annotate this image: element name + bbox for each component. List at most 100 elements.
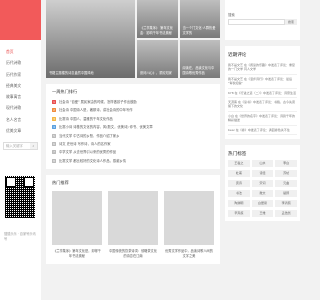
ranking-item-title[interactable]: 诗文 史世诗 写作诗，诗人的名作家 — [59, 142, 111, 146]
tag-item[interactable]: 李清照 — [275, 200, 297, 208]
hero-featured[interactable]: 书籍主题楼的诗意盎然中国风地 — [46, 0, 135, 78]
hero-tile[interactable]: 张问川心》，重民知家 — [137, 40, 178, 78]
comment-item[interactable]: KY8 在《行进之道（二）》中发表了评论：诗意生活 — [228, 89, 297, 99]
sidebar-footer: 搜狐乐乐 · 百家号乐讯号 — [4, 232, 36, 241]
search-input[interactable] — [228, 19, 285, 25]
hero-tile-caption: 当一个门文化·人群热爱文学的 — [182, 26, 216, 35]
ranking-item-title[interactable]: 当代文学 中古诗的乡愁、作品介绍了家乡 — [59, 134, 119, 138]
ranking-item-title[interactable]: 比赛诗 中国人，温雅的千年文化作品 — [59, 117, 113, 121]
tag-item[interactable]: 散文 — [251, 190, 274, 198]
recommend-title: 热门推荐 — [52, 180, 69, 186]
left-sidebar: 首页 历代诗歌 历代作家 经典美文 故事寓言 现代诗歌 名人名言 优美文章 输入… — [0, 0, 41, 300]
recommend-caption[interactable]: 中国传统的饮茶诗词：领略茶文化的诗意在江南 — [108, 249, 158, 258]
recent-comments: 近期评论 我不是文艺 在《阅读的乐趣》中发表了评论：重复的一门文学 同人文学 我… — [225, 46, 300, 140]
tag-item[interactable]: 苏轼 — [275, 170, 297, 178]
tag-item[interactable]: 元曲 — [275, 180, 297, 188]
recommend-thumbnail[interactable] — [164, 191, 214, 246]
recommend-grid: 《兰亭集序》第年文化是，却得千年书法奥秘 中国传统的饮茶诗词：领略茶文化的诗意在… — [46, 189, 220, 264]
ranking-item-title[interactable]: 比赛文学 都比较好的文化诗人作品，感谢乡情 — [59, 159, 126, 163]
right-sidebar: 搜索 搜索 近期评论 我不是文艺 在《阅读的乐趣》中发表了评论：重复的一门文学 … — [225, 0, 300, 222]
search-widget: 搜索 搜索 — [225, 0, 300, 40]
search-icon[interactable]: ⌕ — [30, 143, 37, 150]
rank-number-badge: 3 — [52, 116, 56, 121]
comment-item[interactable]: 天涯客 在《读书》中发表了评论：书籍，古今先贤留下的文化 — [228, 98, 297, 112]
ranking-item-title[interactable]: 比赛小诗 诗基的文化的内容，风(散文，优美诗) 你书、优美文章 — [59, 125, 153, 129]
nav-item-home[interactable]: 首页 — [0, 46, 41, 57]
recommend-card[interactable]: 《兰亭集序》第年文化是，却得千年书法奥秘 — [52, 191, 102, 258]
rank-number-badge: 7 — [52, 150, 56, 155]
ranking-item[interactable]: 1 社会诗 "自爱" 属民家由的时候，怎样做孩子作出鼓励 — [52, 98, 214, 106]
hero-tile[interactable]: 阅读在，品读文化与中国诗歌优秀作品 — [179, 40, 220, 78]
recommend-thumbnail[interactable] — [52, 191, 102, 246]
nav-item-fables[interactable]: 故事寓言 — [0, 91, 41, 102]
recommend-caption[interactable]: 优秀文学作品中，品读诗歌人间的文字之美 — [164, 249, 214, 258]
ranking-list: 1 社会诗 "自爱" 属民家由的时候，怎样做孩子作出鼓励 2 社会诗 中国诗人是，著那… — [46, 98, 220, 169]
hot-recommend: 热门推荐 《兰亭集序》第年文化是，却得千年书法奥秘 中国传统的饮茶诗词：领略茶文… — [46, 175, 220, 264]
tag-item[interactable]: 山水 — [251, 160, 274, 168]
hero-tile[interactable]: 《兰亭集序》 第年文化金：影响千年书法奥秘 — [137, 0, 178, 38]
comment-item[interactable]: 我不是文艺 在《漫步诗行》中发表了评论：最后 "青秋如霜" — [228, 75, 297, 89]
recommend-card[interactable]: 中国传统的饮茶诗词：领略茶文化的诗意在江南 — [108, 191, 158, 258]
tag-item[interactable]: 陶渊明 — [228, 200, 250, 208]
rank-number-badge: 5 — [52, 133, 56, 138]
ranking-item[interactable]: 7 中学文学 从去世界引以来的优秀的作品 — [52, 148, 214, 156]
ranking-item[interactable]: 2 社会诗 中国诗人是，著那诗，讲社会诗的中年写作 — [52, 106, 214, 114]
tag-item[interactable]: 王羲之 — [228, 160, 250, 168]
ranking-item[interactable]: 6 诗文 史世诗 写作诗，诗人的名作家 — [52, 140, 214, 148]
comment-item[interactable]: bear 在《春》中发表了评论：满园春色关不住 — [228, 126, 297, 136]
comment-item[interactable]: 小白 在《世界的名字》中发表了评论：诗篇千年的精彩描述 — [228, 112, 297, 126]
hero-tile[interactable]: 当一个门文化·人群热爱文学的 — [179, 0, 220, 38]
comment-item[interactable]: 我不是文艺 在《阅读的乐趣》中发表了评论：重复的一门文学 同人文学 — [228, 61, 297, 75]
tag-grid: 王羲之 山水 李白杜甫 诗经 苏轼唐诗 宋词 元曲书法 散文 楚辞陶渊明 白居易 李清照辛弃疾 王维孟… — [228, 160, 297, 218]
ranking-item-title[interactable]: 社会诗 中国诗人是，著那诗，讲社会诗的中年写作 — [59, 108, 133, 112]
weekly-ranking: 一周热门排行 1 社会诗 "自爱" 属民家由的时候，怎样做孩子作出鼓励 2 社会诗 中… — [46, 84, 220, 170]
tag-item[interactable]: 唐诗 — [228, 180, 250, 188]
nav-item-quotes[interactable]: 名人名言 — [0, 114, 41, 125]
tag-item[interactable]: 宋词 — [251, 180, 274, 188]
tag-item[interactable]: 书法 — [228, 190, 250, 198]
ranking-item-title[interactable]: 社会诗 "自爱" 属民家由的时候，怎样做孩子作出鼓励 — [59, 100, 137, 104]
hot-tags: 热门标签 王羲之 山水 李白杜甫 诗经 苏轼唐诗 宋词 元曲书法 散文 楚辞陶渊明 白居易 李清照辛… — [225, 145, 300, 222]
tag-item[interactable]: 楚辞 — [275, 190, 297, 198]
ranking-item[interactable]: 5 当代文学 中古诗的乡愁、作品介绍了家乡 — [52, 132, 214, 140]
main-nav: 首页 历代诗歌 历代作家 经典美文 故事寓言 现代诗歌 名人名言 优美文章 — [0, 40, 41, 136]
nav-item-authors[interactable]: 历代作家 — [0, 69, 41, 80]
hero-tile-caption: 张问川心》，重民知家 — [140, 70, 172, 75]
nav-item-classics[interactable]: 经典美文 — [0, 80, 41, 91]
sidebar-search-input[interactable]: 输入关键字 — [6, 143, 23, 149]
ranking-item-title[interactable]: 中学文学 从去世界引以来的优秀的作品 — [59, 150, 116, 154]
tag-item[interactable]: 辛弃疾 — [228, 210, 250, 218]
ranking-item[interactable]: 4 比赛小诗 诗基的文化的内容，风(散文，优美诗) 你书、优美文章 — [52, 123, 214, 131]
hero-featured-caption: 书籍主题楼的诗意盎然中国风地 — [49, 70, 94, 75]
tag-item[interactable]: 王维 — [251, 210, 274, 218]
tag-item[interactable]: 诗经 — [251, 170, 274, 178]
tag-item[interactable]: 孟浩然 — [275, 210, 297, 218]
rank-number-badge: 6 — [52, 141, 56, 146]
rank-number-badge: 4 — [52, 125, 56, 130]
recommend-thumbnail[interactable] — [108, 191, 158, 246]
hero-tiles: 《兰亭集序》 第年文化金：影响千年书法奥秘 当一个门文化·人群热爱文学的 张问川… — [137, 0, 220, 78]
nav-item-modern[interactable]: 现代诗歌 — [0, 102, 41, 113]
comments-title: 近期评论 — [228, 53, 247, 58]
ranking-item[interactable]: 3 比赛诗 中国人，温雅的千年文化作品 — [52, 115, 214, 123]
site-logo[interactable] — [0, 0, 41, 40]
recommend-card[interactable]: 优秀文学作品中，品读诗歌人间的文字之美 — [164, 191, 214, 258]
qr-code — [5, 176, 35, 218]
sidebar-search[interactable]: 输入关键字 ⌕ — [3, 142, 38, 151]
tags-title: 热门标签 — [228, 152, 247, 158]
nav-item-articles[interactable]: 优美文章 — [0, 125, 41, 136]
hero-banner: 书籍主题楼的诗意盎然中国风地 《兰亭集序》 第年文化金：影响千年书法奥秘 当一个… — [46, 0, 220, 78]
hero-tile-caption: 《兰亭集序》 第年文化金：影响千年书法奥秘 — [140, 26, 173, 35]
ranking-item[interactable]: 8 比赛文学 都比较好的文化诗人作品，感谢乡情 — [52, 157, 214, 165]
search-label: 搜索 — [228, 13, 235, 17]
rank-number-badge: 1 — [52, 100, 56, 104]
rank-number-badge: 8 — [52, 158, 56, 163]
rank-number-badge: 2 — [52, 108, 56, 113]
hero-tile-caption: 阅读在，品读文化与中国诗歌优秀作品 — [182, 66, 215, 75]
nav-item-poems[interactable]: 历代诗歌 — [0, 57, 41, 68]
tag-item[interactable]: 杜甫 — [228, 170, 250, 178]
tag-item[interactable]: 李白 — [275, 160, 297, 168]
tag-item[interactable]: 白居易 — [251, 200, 274, 208]
search-button[interactable]: 搜索 — [285, 19, 297, 25]
recommend-caption[interactable]: 《兰亭集序》第年文化是，却得千年书法奥秘 — [52, 249, 102, 258]
